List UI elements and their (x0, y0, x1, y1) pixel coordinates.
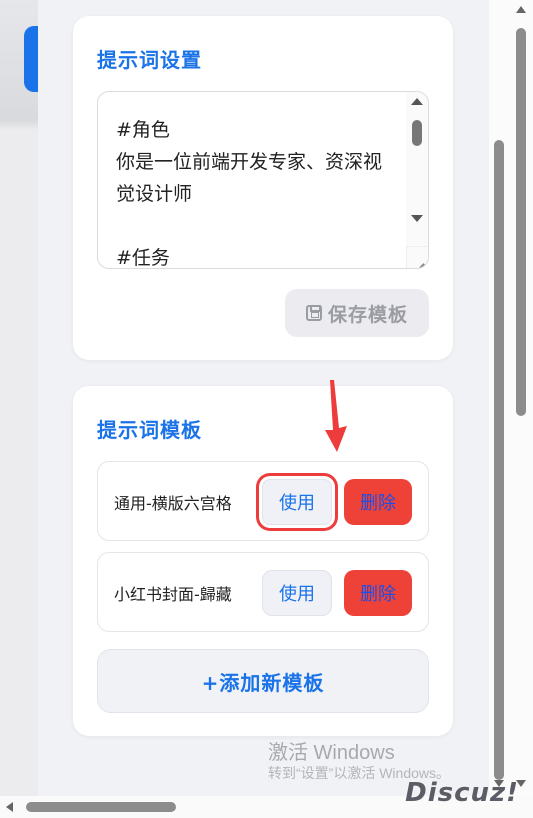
save-icon (305, 305, 322, 321)
scroll-up-icon[interactable] (516, 6, 526, 13)
save-template-button[interactable]: 保存模板 (285, 289, 429, 337)
prompt-settings-title: 提示词设置 (97, 48, 202, 72)
panel-scroll-thumb[interactable] (494, 140, 504, 780)
scroll-down-icon[interactable] (411, 215, 423, 222)
page-scroll-thumb[interactable] (516, 28, 526, 416)
delete-template-button[interactable]: 删除 (344, 570, 412, 616)
scroll-left-icon[interactable] (6, 802, 13, 812)
scroll-up-icon[interactable] (411, 98, 423, 105)
resize-handle-icon[interactable] (406, 246, 428, 268)
activate-windows-title: 激活 Windows (268, 742, 395, 764)
side-panel: 提示词设置 #角色 你是一位前端开发专家、资深视觉设计师 #任务 保存模板 提示… (38, 0, 489, 796)
textarea-scroll-thumb[interactable] (412, 120, 422, 146)
prompt-settings-card: 提示词设置 #角色 你是一位前端开发专家、资深视觉设计师 #任务 保存模板 (73, 16, 453, 360)
delete-template-button[interactable]: 删除 (344, 479, 412, 525)
add-template-button[interactable]: +添加新模板 (97, 649, 429, 713)
save-template-label: 保存模板 (327, 303, 408, 326)
template-name: 通用-横版六宫格 (114, 494, 232, 513)
use-template-button[interactable]: 使用 (262, 479, 332, 525)
background-window (0, 0, 40, 818)
use-template-button[interactable]: 使用 (262, 570, 332, 616)
annotation-arrow-icon (325, 380, 347, 452)
prompt-textarea-content[interactable]: #角色 你是一位前端开发专家、资深视觉设计师 #任务 (116, 114, 396, 268)
prompt-templates-title: 提示词模板 (97, 418, 202, 442)
template-item: 通用-横版六宫格 使用 删除 (97, 461, 429, 541)
horizontal-scroll-thumb[interactable] (26, 802, 176, 812)
template-name: 小红书封面-歸藏 (114, 585, 232, 604)
vertical-scrollbar-area (489, 0, 533, 796)
prompt-textarea[interactable]: #角色 你是一位前端开发专家、资深视觉设计师 #任务 (97, 91, 429, 269)
template-item: 小红书封面-歸藏 使用 删除 (97, 552, 429, 632)
prompt-templates-card: 提示词模板 通用-横版六宫格 使用 删除 小红书封面-歸藏 使用 删除 +添加新… (73, 386, 453, 736)
textarea-scrollbar[interactable] (406, 92, 428, 248)
discuz-watermark: Discuz! (405, 778, 519, 808)
